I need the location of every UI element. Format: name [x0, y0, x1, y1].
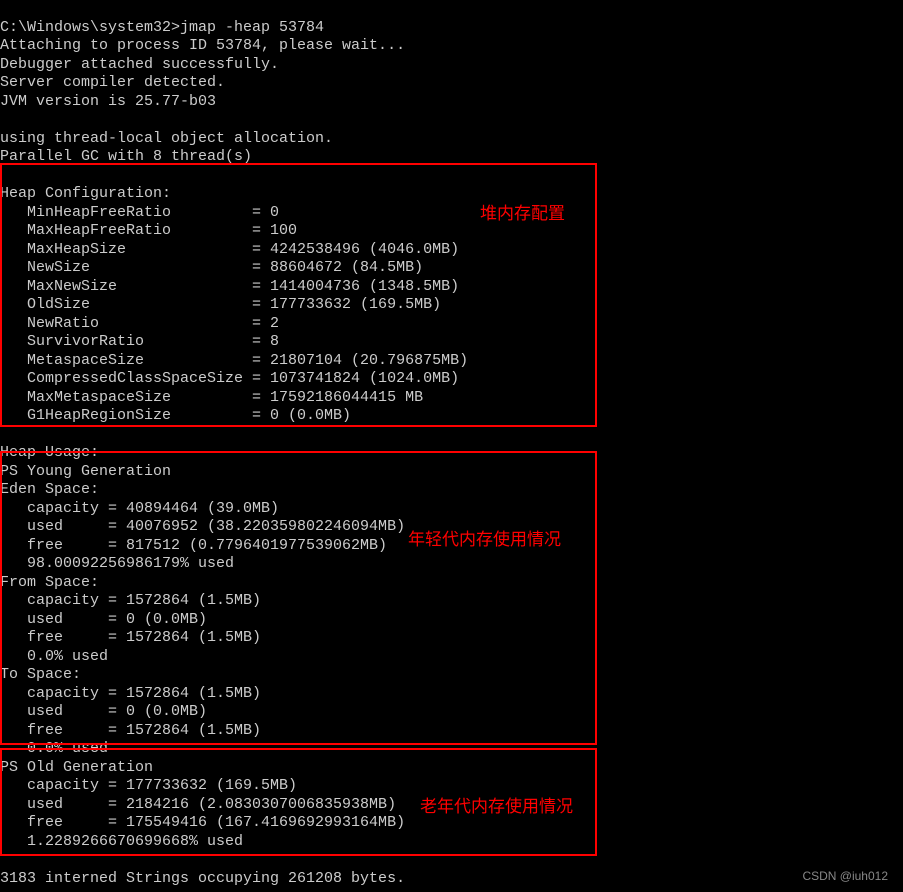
- output-line: free = 1572864 (1.5MB): [0, 722, 261, 739]
- output-line: used = 2184216 (2.0830307006835938MB): [0, 796, 396, 813]
- output-line: Parallel GC with 8 thread(s): [0, 148, 252, 165]
- young-gen-annotation: 年轻代内存使用情况: [408, 531, 561, 550]
- output-line: used = 0 (0.0MB): [0, 703, 207, 720]
- output-line: MetaspaceSize = 21807104 (20.796875MB): [0, 352, 468, 369]
- output-line: To Space:: [0, 666, 81, 683]
- terminal-output: C:\Windows\system32>jmap -heap 53784 Att…: [0, 0, 903, 888]
- output-line: OldSize = 177733632 (169.5MB): [0, 296, 441, 313]
- output-line: Eden Space:: [0, 481, 99, 498]
- output-line: Heap Configuration:: [0, 185, 171, 202]
- watermark: CSDN @iuh012: [802, 867, 888, 886]
- output-line: capacity = 1572864 (1.5MB): [0, 685, 261, 702]
- output-line: G1HeapRegionSize = 0 (0.0MB): [0, 407, 351, 424]
- output-line: Attaching to process ID 53784, please wa…: [0, 37, 405, 54]
- output-line: free = 1572864 (1.5MB): [0, 629, 261, 646]
- output-line: JVM version is 25.77-b03: [0, 93, 216, 110]
- command: jmap -heap 53784: [180, 19, 324, 36]
- output-line: PS Young Generation: [0, 463, 171, 480]
- output-line: MaxHeapFreeRatio = 100: [0, 222, 297, 239]
- output-line: 3183 interned Strings occupying 261208 b…: [0, 870, 405, 887]
- output-line: NewRatio = 2: [0, 315, 279, 332]
- output-line: 0.0% used: [0, 648, 108, 665]
- output-line: free = 175549416 (167.4169692993164MB): [0, 814, 405, 831]
- output-line: Server compiler detected.: [0, 74, 225, 91]
- output-line: PS Old Generation: [0, 759, 153, 776]
- output-line: capacity = 40894464 (39.0MB): [0, 500, 279, 517]
- output-line: MaxNewSize = 1414004736 (1348.5MB): [0, 278, 459, 295]
- output-line: Debugger attached successfully.: [0, 56, 279, 73]
- output-line: MaxHeapSize = 4242538496 (4046.0MB): [0, 241, 459, 258]
- output-line: used = 40076952 (38.220359802246094MB): [0, 518, 405, 535]
- output-line: 1.2289266670699668% used: [0, 833, 243, 850]
- output-line: capacity = 177733632 (169.5MB): [0, 777, 297, 794]
- output-line: SurvivorRatio = 8: [0, 333, 279, 350]
- heap-config-annotation: 堆内存配置: [480, 205, 565, 224]
- prompt: C:\Windows\system32>: [0, 19, 180, 36]
- output-line: using thread-local object allocation.: [0, 130, 333, 147]
- old-gen-annotation: 老年代内存使用情况: [420, 798, 573, 817]
- output-line: Heap Usage:: [0, 444, 99, 461]
- output-line: capacity = 1572864 (1.5MB): [0, 592, 261, 609]
- output-line: CompressedClassSpaceSize = 1073741824 (1…: [0, 370, 459, 387]
- output-line: MinHeapFreeRatio = 0: [0, 204, 279, 221]
- output-line: 98.00092256986179% used: [0, 555, 234, 572]
- output-line: 0.0% used: [0, 740, 108, 757]
- output-line: From Space:: [0, 574, 99, 591]
- output-line: MaxMetaspaceSize = 17592186044415 MB: [0, 389, 423, 406]
- output-line: NewSize = 88604672 (84.5MB): [0, 259, 423, 276]
- output-line: free = 817512 (0.7796401977539062MB): [0, 537, 387, 554]
- output-line: used = 0 (0.0MB): [0, 611, 207, 628]
